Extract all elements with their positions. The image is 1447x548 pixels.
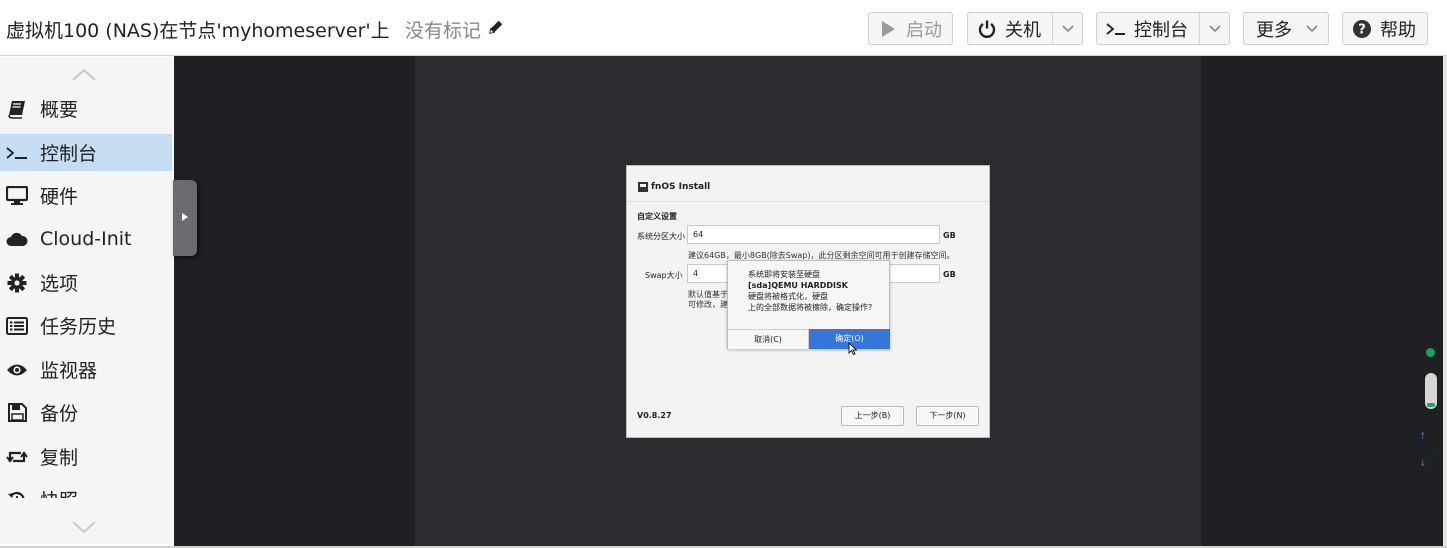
fnos-logo-icon — [638, 182, 648, 192]
chevron-down-icon[interactable] — [1199, 13, 1229, 44]
chevron-down-icon[interactable] — [1052, 13, 1082, 44]
question-circle-icon: ? — [1352, 19, 1372, 39]
arrow-up-icon: ↑ — [1419, 432, 1427, 442]
net-down-unit: K/s — [1426, 459, 1441, 469]
tags-label[interactable]: 没有标记 — [405, 16, 481, 43]
sidebar-item-console[interactable]: 控制台 — [0, 134, 172, 171]
sidebar-item-label: 监视器 — [40, 360, 98, 382]
help-button[interactable]: ? 帮助 — [1342, 12, 1428, 45]
installer-version: V0.8.27 — [637, 411, 672, 420]
net-up-value: 2.6 — [1425, 420, 1441, 431]
arrow-down-icon: ↓ — [1419, 459, 1427, 469]
installer-window: fnOS Install 自定义设置 系统分区大小 64 GB 建议64GB，最… — [626, 165, 990, 438]
sidebar-item-label: 选项 — [40, 273, 79, 295]
cpu-value: 1% — [1425, 502, 1441, 513]
scroll-down-icon[interactable] — [70, 519, 98, 535]
system-monitor-widget: 2.6 ↑K/s 1.9 ↓K/s CPU 1% 15°C — [1413, 340, 1443, 540]
more-label: 更多 — [1256, 19, 1292, 41]
gear-icon — [6, 272, 28, 294]
sidebar-item-backup[interactable]: 备份 — [0, 394, 172, 431]
start-label: 启动 — [906, 19, 942, 41]
net-down-line: ↓K/s — [1419, 459, 1440, 469]
start-button[interactable]: 启动 — [868, 12, 953, 45]
scrollbar[interactable] — [1443, 56, 1447, 546]
svg-text:?: ? — [1358, 22, 1366, 37]
play-icon — [878, 19, 898, 39]
shutdown-button[interactable]: 关机 — [967, 12, 1083, 45]
system-partition-unit: GB — [943, 231, 956, 240]
terminal-icon — [6, 142, 28, 164]
temperature-value: 15°C — [1416, 518, 1441, 529]
cpu-label: CPU — [1422, 485, 1441, 495]
confirm-disk: [sda]QEMU HARDDISK — [748, 281, 848, 290]
section-title: 自定义设置 — [637, 212, 677, 221]
expand-arrow-icon — [182, 213, 188, 221]
power-icon — [977, 19, 997, 39]
top-toolbar: 虚拟机100 (NAS)在节点'myhomeserver'上 没有标记 启动 关… — [0, 0, 1447, 56]
system-partition-label: 系统分区大小 — [637, 232, 685, 241]
console-label: 控制台 — [1134, 19, 1188, 41]
cancel-button[interactable]: 取消(C) — [728, 329, 809, 349]
book-icon — [6, 98, 28, 120]
sidebar-item-label: 控制台 — [40, 143, 98, 165]
cloud-icon — [6, 228, 28, 250]
monitor-icon — [6, 185, 28, 207]
sidebar-item-replication[interactable]: 复制 — [0, 438, 172, 475]
usage-bar-fill — [1427, 403, 1435, 407]
chevron-down-icon — [1302, 19, 1322, 39]
eye-icon — [6, 359, 28, 381]
help-label: 帮助 — [1380, 19, 1416, 41]
installer-title: fnOS Install — [651, 182, 711, 192]
shutdown-label: 关机 — [1005, 19, 1041, 41]
status-dot — [1426, 348, 1435, 357]
usage-bar — [1425, 373, 1437, 409]
sidebar: 概要 控制台 硬件 Cloud-Init 选项 任务历史 监视器 备份 复制 — [0, 57, 173, 544]
net-up-line: ↑K/s — [1419, 432, 1440, 442]
sidebar-item-monitor[interactable]: 监视器 — [0, 351, 172, 388]
confirm-line: 硬盘将被格式化，硬盘 — [748, 292, 828, 301]
novnc-control-handle[interactable] — [173, 180, 197, 256]
sidebar-item-hardware[interactable]: 硬件 — [0, 177, 172, 214]
installer-header: fnOS Install — [627, 166, 989, 202]
sidebar-item-options[interactable]: 选项 — [0, 264, 172, 301]
net-down-value: 1.9 — [1425, 448, 1441, 459]
confirm-dialog: 系统即将安装至硬盘 [sda]QEMU HARDDISK 硬盘将被格式化，硬盘 … — [727, 260, 890, 349]
sidebar-item-label: 备份 — [40, 403, 79, 425]
mouse-cursor-icon — [848, 342, 858, 355]
retweet-icon — [6, 446, 28, 468]
next-step-button[interactable]: 下一步(N) — [916, 406, 979, 426]
sidebar-item-label: Cloud-Init — [40, 227, 132, 250]
sidebar-item-label: 任务历史 — [40, 316, 117, 338]
floppy-icon — [6, 402, 28, 424]
confirm-line: 系统即将安装至硬盘 — [748, 270, 820, 279]
pencil-icon[interactable] — [487, 18, 505, 36]
swap-label: Swap大小 — [645, 271, 683, 280]
confirm-line: 上的全部数据将被擦除，确定操作? — [748, 303, 873, 312]
sidebar-item-label: 概要 — [40, 99, 79, 121]
sidebar-item-task-history[interactable]: 任务历史 — [0, 307, 172, 344]
prev-step-button[interactable]: 上一步(B) — [841, 406, 904, 426]
vm-title: 虚拟机100 (NAS)在节点'myhomeserver'上 — [6, 20, 390, 42]
terminal-icon — [1106, 19, 1126, 39]
sidebar-item-summary[interactable]: 概要 — [0, 90, 172, 127]
more-button[interactable]: 更多 — [1243, 12, 1329, 45]
system-partition-input[interactable]: 64 — [687, 225, 940, 244]
net-up-unit: K/s — [1426, 432, 1441, 442]
confirm-message: 系统即将安装至硬盘 [sda]QEMU HARDDISK 硬盘将被格式化，硬盘 … — [748, 269, 888, 313]
swap-unit: GB — [943, 270, 956, 279]
sidebar-item-label: 硬件 — [40, 186, 79, 208]
console-button[interactable]: 控制台 — [1096, 12, 1230, 45]
sidebar-item-cloud-init[interactable]: Cloud-Init — [0, 220, 172, 257]
list-icon — [6, 315, 28, 337]
sidebar-item-label: 复制 — [40, 447, 79, 469]
scroll-up-icon[interactable] — [70, 67, 98, 83]
